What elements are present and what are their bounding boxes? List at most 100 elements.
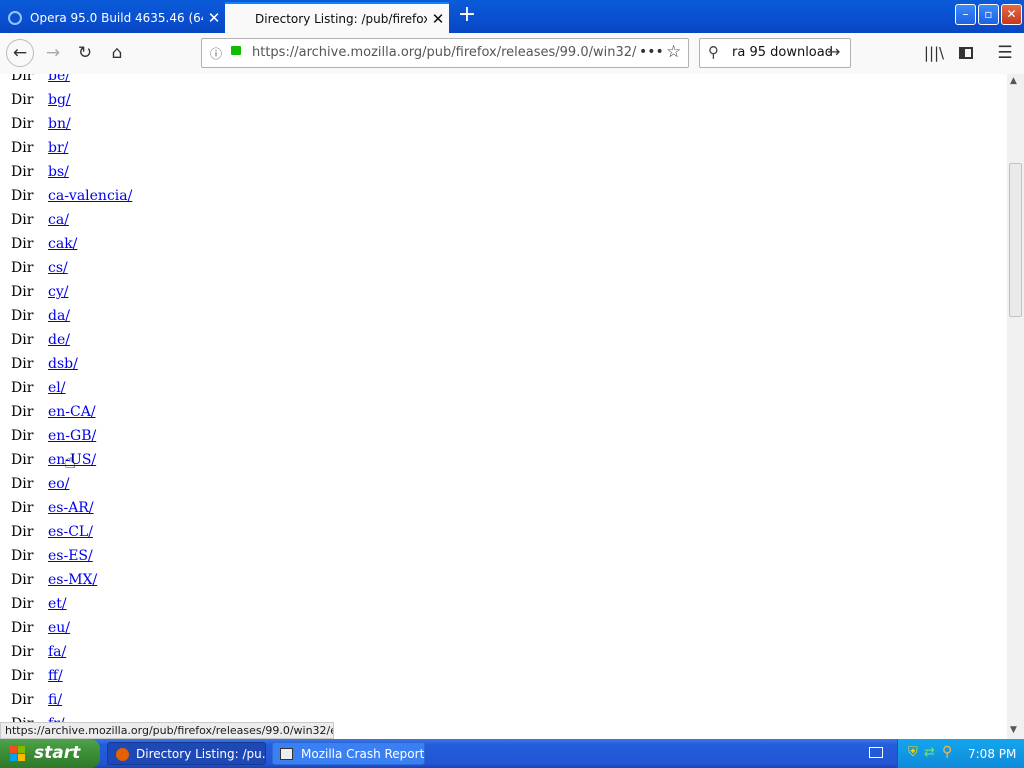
menu-button[interactable]: ☰ (991, 39, 1019, 67)
minimize-button[interactable]: – (955, 4, 976, 25)
directory-link[interactable]: es-AR/ (48, 500, 94, 516)
info-icon[interactable]: ⓘ (210, 45, 222, 62)
directory-link[interactable]: en-GB/ (48, 428, 96, 444)
maximize-button[interactable]: ▫ (978, 4, 999, 25)
entry-type: Dir (11, 500, 34, 516)
entry-type: Dir (11, 164, 34, 180)
directory-link[interactable]: es-CL/ (48, 524, 93, 540)
new-tab-button[interactable]: + (456, 4, 478, 28)
windows-logo-icon (10, 746, 26, 761)
keyboard-icon[interactable] (869, 747, 883, 758)
directory-link[interactable]: ff/ (48, 668, 63, 684)
entry-type: Dir (11, 524, 34, 540)
directory-link[interactable]: cy/ (48, 284, 68, 300)
scrollbar-thumb[interactable] (1009, 163, 1022, 317)
reload-button[interactable]: ↻ (71, 39, 99, 67)
entry-type: Dir (11, 116, 34, 132)
reload-icon: ↻ (77, 43, 93, 63)
directory-link[interactable]: et/ (48, 596, 67, 612)
network-icon[interactable]: ⇄ (924, 745, 935, 760)
start-label: start (34, 743, 81, 763)
directory-link[interactable]: cak/ (48, 236, 77, 252)
entry-type: Dir (11, 356, 34, 372)
arrow-right-icon: → (45, 43, 61, 63)
directory-link[interactable]: bn/ (48, 116, 71, 132)
entry-type: Dir (11, 188, 34, 204)
sidebar-toggle-button[interactable] (952, 39, 980, 67)
close-tab-icon[interactable]: ✕ (427, 10, 449, 28)
tab-opera[interactable]: Opera 95.0 Build 4635.46 (64-bit) ✕ (0, 2, 225, 33)
hamburger-menu-icon: ☰ (997, 43, 1013, 63)
directory-link[interactable]: cs/ (48, 260, 68, 276)
hand-cursor-icon: ☝ (64, 449, 77, 473)
directory-link[interactable]: eu/ (48, 620, 70, 636)
entry-type: Dir (11, 668, 34, 684)
entry-type: Dir (11, 692, 34, 708)
forward-button[interactable]: → (39, 39, 67, 67)
taskbar-item-crash-reporter[interactable]: Mozilla Crash Reporter (272, 742, 425, 765)
url-bar[interactable]: ⓘ https://archive.mozilla.org/pub/firefo… (201, 38, 689, 68)
bookmark-star-icon[interactable]: ☆ (666, 42, 681, 62)
tab-strip: Opera 95.0 Build 4635.46 (64-bit) ✕ Dire… (0, 0, 1024, 33)
entry-type: Dir (11, 212, 34, 228)
directory-link[interactable]: el/ (48, 380, 65, 396)
entry-type: Dir (11, 380, 34, 396)
search-input[interactable]: ra 95 download (732, 45, 833, 60)
close-window-button[interactable]: ✕ (1001, 4, 1022, 25)
scroll-down-icon[interactable]: ▼ (1010, 725, 1017, 735)
entry-type: Dir (11, 572, 34, 588)
entry-type: Dir (11, 548, 34, 564)
entry-type: Dir (11, 284, 34, 300)
start-button[interactable]: start (0, 739, 100, 768)
back-button[interactable]: ← (6, 39, 34, 67)
tab-title: Directory Listing: /pub/firefox/releases… (255, 11, 427, 26)
entry-type: Dir (11, 452, 34, 468)
directory-link[interactable]: en-CA/ (48, 404, 96, 420)
sidebar-icon (959, 47, 973, 59)
taskbar-item-label: Mozilla Crash Reporter (301, 747, 425, 761)
directory-link[interactable]: es-MX/ (48, 572, 97, 588)
library-button[interactable]: |||\ (920, 39, 948, 67)
close-tab-icon[interactable]: ✕ (203, 9, 225, 27)
directory-link[interactable]: bg/ (48, 92, 71, 108)
directory-link[interactable]: dsb/ (48, 356, 78, 372)
directory-link[interactable]: de/ (48, 332, 70, 348)
search-go-arrow-icon[interactable]: → (827, 42, 840, 61)
entry-type: Dir (11, 428, 34, 444)
directory-link[interactable]: es-ES/ (48, 548, 93, 564)
search-tray-icon[interactable]: ⚲ (942, 744, 952, 760)
entry-type: Dir (11, 140, 34, 156)
search-bar[interactable]: ⚲ ra 95 download → (699, 38, 851, 68)
status-url: https://archive.mozilla.org/pub/firefox/… (0, 722, 334, 739)
directory-link[interactable]: da/ (48, 308, 70, 324)
entry-type: Dir (11, 404, 34, 420)
entry-type: Dir (11, 236, 34, 252)
taskbar-item-label: Directory Listing: /pu... (136, 747, 266, 761)
directory-link[interactable]: fi/ (48, 692, 62, 708)
library-icon: |||\ (923, 44, 945, 62)
scroll-up-icon[interactable]: ▲ (1010, 76, 1017, 86)
directory-link[interactable]: bs/ (48, 164, 69, 180)
home-button[interactable]: ⌂ (103, 39, 131, 67)
opera-page-icon (8, 10, 22, 25)
tab-directory-listing[interactable]: Directory Listing: /pub/firefox/releases… (225, 2, 449, 33)
directory-link[interactable]: ca-valencia/ (48, 188, 132, 204)
directory-link[interactable]: fa/ (48, 644, 66, 660)
page-actions-icon[interactable]: ••• (639, 44, 664, 60)
home-icon: ⌂ (111, 43, 123, 63)
url-text[interactable]: https://archive.mozilla.org/pub/firefox/… (252, 45, 636, 60)
app-window-icon (280, 748, 293, 760)
directory-link[interactable]: ca/ (48, 212, 69, 228)
entry-type: Dir (11, 260, 34, 276)
taskbar-item-firefox[interactable]: Directory Listing: /pu... (107, 742, 266, 765)
entry-type: Dir (11, 74, 34, 84)
directory-link[interactable]: be/ (48, 74, 70, 84)
security-shield-icon[interactable]: ⛨ (908, 745, 918, 760)
entry-type: Dir (11, 620, 34, 636)
entry-type: Dir (11, 476, 34, 492)
entry-type: Dir (11, 332, 34, 348)
lock-icon (231, 46, 241, 55)
directory-link[interactable]: br/ (48, 140, 68, 156)
entry-type: Dir (11, 92, 34, 108)
directory-link[interactable]: eo/ (48, 476, 69, 492)
